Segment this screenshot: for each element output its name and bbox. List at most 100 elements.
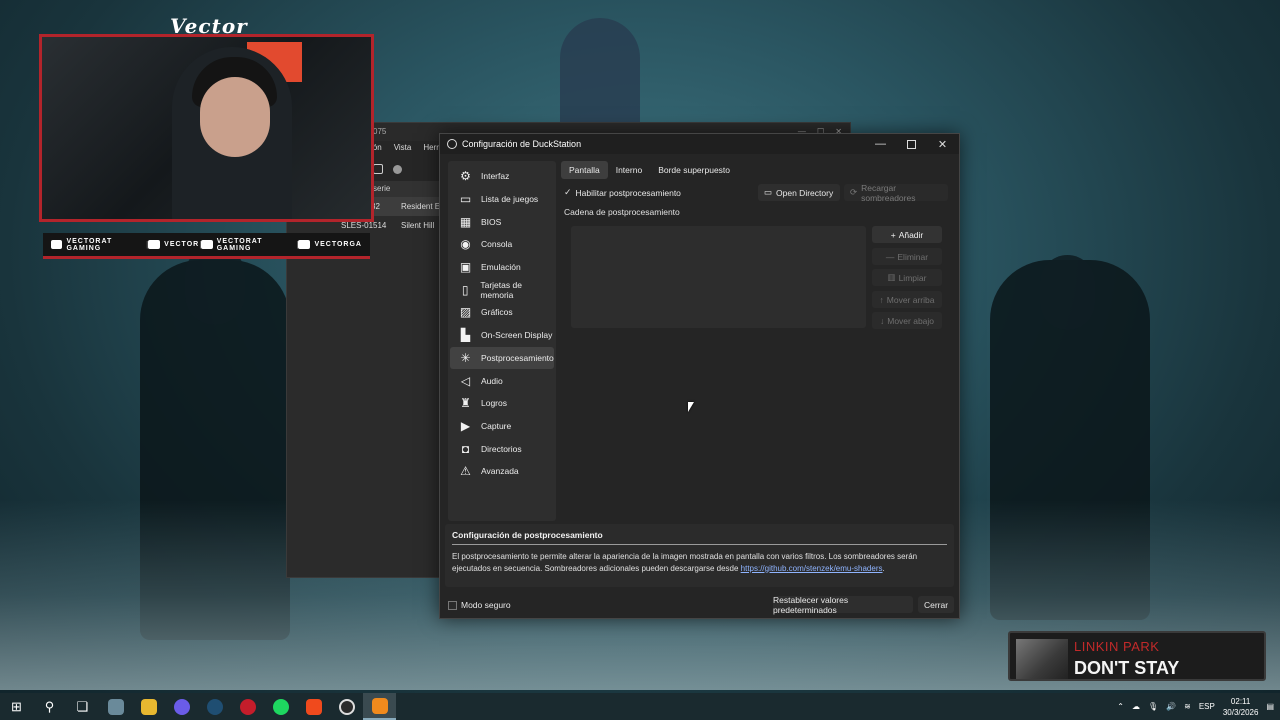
sidebar-item-bios[interactable]: ▦ BIOS <box>450 210 554 233</box>
menu-item[interactable]: Vista <box>394 143 412 155</box>
taskbar-app[interactable] <box>165 693 198 720</box>
move-up-button[interactable]: ↑ Mover arriba <box>872 291 942 308</box>
info-panel: Configuración de postprocesamiento El po… <box>445 524 954 587</box>
tab-interno[interactable]: Interno <box>608 161 650 179</box>
safe-mode-label: Modo seguro <box>461 600 511 610</box>
sidebar-item-directorios[interactable]: ◘ Directorios <box>450 437 554 460</box>
reload-shaders-label: Recargar sombreadores <box>861 182 916 203</box>
chain-label: Cadena de postprocesamiento <box>564 207 680 217</box>
notifications-icon[interactable]: ▤ <box>1266 702 1274 711</box>
chevron-up-icon[interactable]: ⌃ <box>1117 702 1124 711</box>
move-down-button[interactable]: ↓ Mover abajo <box>872 312 942 329</box>
trash-icon: ▥ <box>887 272 896 282</box>
shaders-link[interactable]: https://github.com/stenzek/emu-shaders <box>741 564 883 573</box>
maximize-button[interactable] <box>896 134 927 154</box>
row-title: Silent Hill <box>401 221 435 230</box>
wifi-icon[interactable]: ≋ <box>1184 702 1191 711</box>
sidebar-item-avanzada[interactable]: ⚠ Avanzada <box>450 460 554 483</box>
taskbar-app[interactable] <box>99 693 132 720</box>
social-instagram: VECTORGA <box>298 240 362 249</box>
enable-postprocessing-checkbox[interactable]: ✓ Habilitar postprocesamiento <box>564 187 681 198</box>
taskbar-app[interactable] <box>264 693 297 720</box>
checkbox-box <box>448 600 457 610</box>
reload-shaders-button[interactable]: ⟳ Recargar sombreadores <box>844 182 948 203</box>
clear-label: Limpiar <box>898 272 927 283</box>
close-window-button[interactable]: ✕ <box>927 134 958 154</box>
background-figure-right-head <box>1040 255 1095 330</box>
sidebar-item-label: Directorios <box>481 443 522 454</box>
clear-button[interactable]: ▥ Limpiar <box>872 269 942 286</box>
taskbar-app[interactable] <box>297 693 330 720</box>
sidebar-item-postprocesamiento[interactable]: ✳ Postprocesamiento <box>450 346 554 370</box>
postprocessing-chain-list[interactable] <box>571 226 866 328</box>
discord-icon <box>173 698 190 715</box>
sidebar-item-on-screen-display[interactable]: ▙ On-Screen Display <box>450 324 554 347</box>
duckstation-icon <box>371 697 388 714</box>
twitch-icon <box>148 240 161 249</box>
album-art <box>1016 639 1068 679</box>
taskbar-app[interactable] <box>231 693 264 720</box>
bar-chart-icon: ▙ <box>460 328 471 343</box>
taskbar: ⊞ ⚲ ❏ ⌃ ☁ 🎙 🔊 ≋ ESP 02:11 30/3/2026 ▤ <box>0 693 1280 720</box>
menu-item[interactable]: Herr <box>423 143 439 155</box>
row-title: Resident Ev <box>401 202 445 211</box>
social-twitch: VECTOR <box>148 240 199 249</box>
sidebar-item-audio[interactable]: ◁ Audio <box>450 369 554 392</box>
taskbar-app[interactable] <box>330 693 363 720</box>
taskbar-app[interactable] <box>132 693 165 720</box>
search-icon: ⚲ <box>44 698 55 714</box>
instagram-icon <box>298 240 311 249</box>
speaker-icon[interactable]: 🔊 <box>1166 702 1176 711</box>
taskbar-app[interactable] <box>198 693 231 720</box>
search-button[interactable]: ⚲ <box>33 693 66 720</box>
sidebar-item-label: Capture <box>481 420 512 431</box>
trophy-icon: ♜ <box>460 396 471 411</box>
image-icon[interactable] <box>373 164 383 174</box>
folder-icon: ◘ <box>461 441 470 456</box>
task-view-button[interactable]: ❏ <box>66 693 99 720</box>
clock[interactable]: 02:11 30/3/2026 <box>1223 696 1259 718</box>
open-directory-button[interactable]: ▭ Open Directory <box>758 184 840 201</box>
info-title: Configuración de postprocesamiento <box>452 530 947 545</box>
close-button[interactable]: Cerrar <box>918 596 954 613</box>
arrow-down-icon: ↓ <box>879 315 885 326</box>
sidebar-item-lista-de-juegos[interactable]: ▭ Lista de juegos <box>450 188 554 211</box>
tab-borde-superpuesto[interactable]: Borde superpuesto <box>650 161 738 179</box>
settings-dialog: Configuración de DuckStation — ✕ ⚙ Interf… <box>439 133 960 619</box>
reset-defaults-button[interactable]: Restablecer valores predeterminados <box>773 595 913 615</box>
sidebar-item-label: Audio <box>481 375 503 386</box>
arrow-up-icon: ↑ <box>879 294 884 305</box>
sidebar-item-gr-ficos[interactable]: ▨ Gráficos <box>450 301 554 324</box>
monitor-app-icon <box>107 698 124 715</box>
folder-list-icon: ▭ <box>459 192 472 207</box>
sidebar-item-tarjetas-de-memoria[interactable]: ▯ Tarjetas de memoria <box>450 278 554 301</box>
taskbar-app[interactable] <box>363 693 396 720</box>
chip-icon: ▦ <box>459 214 472 229</box>
minus-icon: — <box>885 251 895 262</box>
sidebar-item-label: Tarjetas de memoria <box>480 279 522 300</box>
memory-card-icon: ▯ <box>461 282 469 297</box>
language-indicator[interactable]: ESP <box>1199 702 1215 711</box>
sidebar-item-logros[interactable]: ♜ Logros <box>450 392 554 415</box>
sidebar-item-emulaci-n[interactable]: ▣ Emulación <box>450 256 554 279</box>
sparkle-icon: ✳ <box>460 350 471 365</box>
windows-icon: ⊞ <box>11 698 22 714</box>
info-period: . <box>882 563 885 573</box>
safe-mode-checkbox[interactable]: Modo seguro <box>448 600 511 610</box>
tab-pantalla[interactable]: Pantalla <box>561 161 608 179</box>
sidebar-item-consola[interactable]: ◉ Consola <box>450 233 554 256</box>
cloud-icon[interactable]: ☁ <box>1132 702 1140 711</box>
system-tray: ⌃ ☁ 🎙 🔊 ≋ ESP 02:11 30/3/2026 ▤ <box>1117 693 1280 720</box>
move-up-label: Mover arriba <box>886 294 935 305</box>
add-button[interactable]: + Añadir <box>872 226 942 243</box>
record-icon[interactable] <box>393 164 402 174</box>
minimize-button[interactable]: — <box>865 134 896 154</box>
microphone-icon[interactable]: 🎙 <box>1148 702 1158 711</box>
sidebar-item-capture[interactable]: ▶ Capture <box>450 415 554 438</box>
spotify-icon <box>272 698 289 715</box>
remove-button[interactable]: — Eliminar <box>872 248 942 265</box>
sidebar-item-interfaz[interactable]: ⚙ Interfaz <box>450 165 554 188</box>
steam-icon <box>206 698 223 715</box>
start-button[interactable]: ⊞ <box>0 693 33 720</box>
enable-postprocessing-label: Habilitar postprocesamiento <box>575 187 681 198</box>
